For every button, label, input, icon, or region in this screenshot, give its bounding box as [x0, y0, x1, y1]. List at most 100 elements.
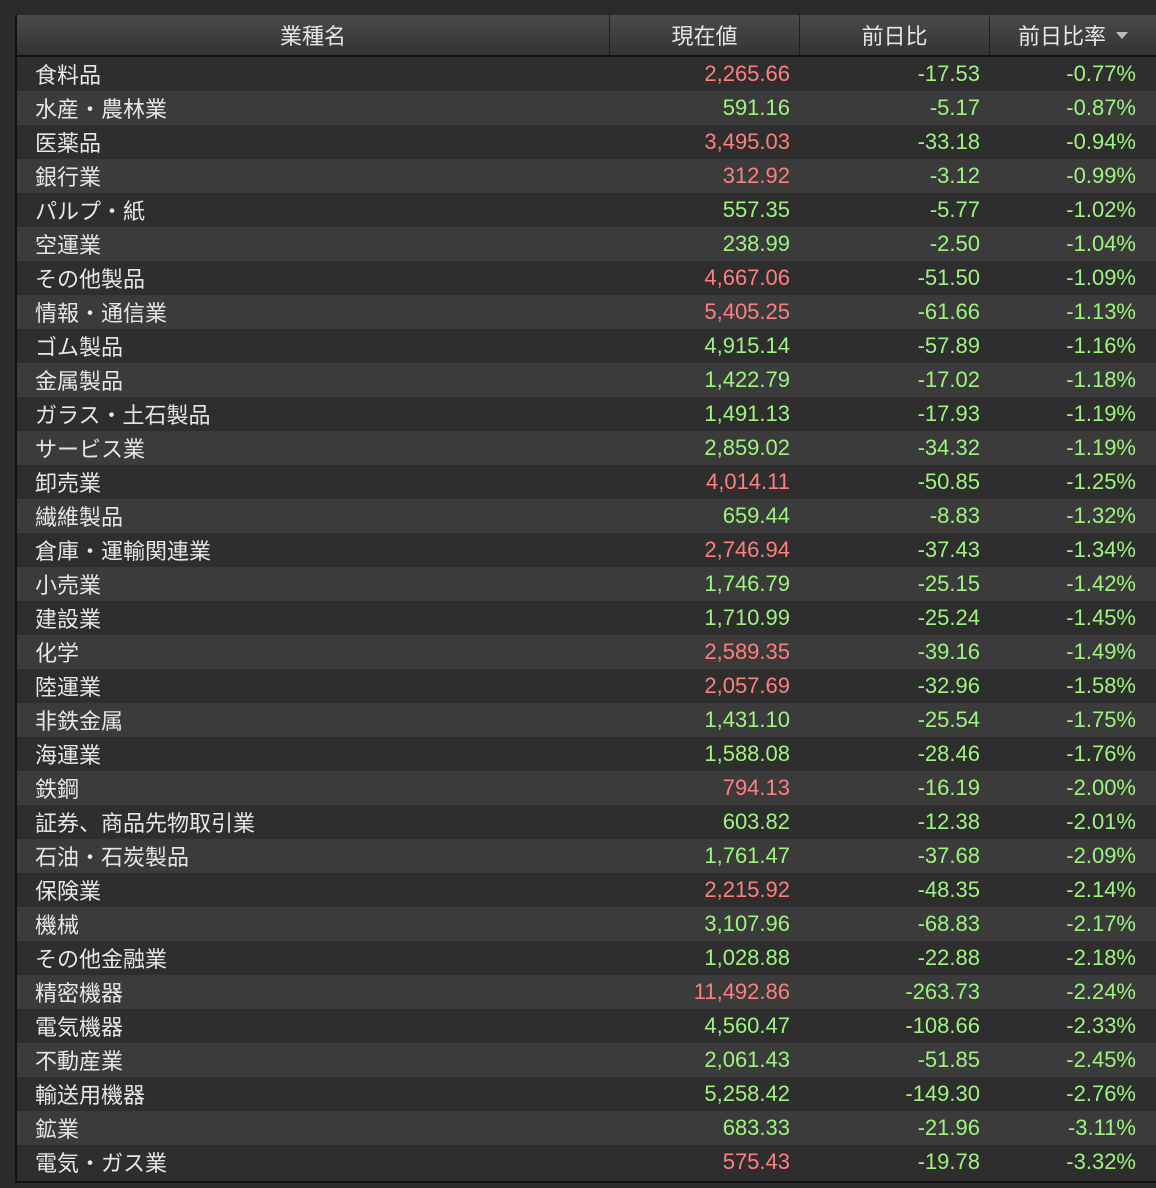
day-change-pct: -2.18% — [1066, 945, 1136, 970]
table-row[interactable]: ガラス・土石製品 1,491.13 -17.93 -1.19% — [17, 397, 1156, 431]
day-change-pct: -2.76% — [1066, 1081, 1136, 1106]
day-change: -37.43 — [917, 537, 980, 562]
day-change-pct: -2.45% — [1066, 1047, 1136, 1072]
current-price: 794.13 — [722, 775, 790, 800]
table-row[interactable]: 繊維製品 659.44 -8.83 -1.32% — [17, 499, 1156, 533]
column-header-change-pct-label: 前日比率 — [1017, 25, 1106, 50]
current-price: 5,405.25 — [704, 299, 790, 324]
current-price: 2,215.92 — [704, 877, 790, 902]
sector-name: 銀行業 — [35, 166, 102, 191]
table-row[interactable]: 輸送用機器 5,258.42 -149.30 -2.76% — [17, 1077, 1156, 1111]
table-row[interactable]: ゴム製品 4,915.14 -57.89 -1.16% — [17, 329, 1156, 363]
day-change: -22.88 — [917, 945, 980, 970]
day-change: -108.66 — [905, 1013, 980, 1038]
day-change: -51.85 — [917, 1047, 980, 1072]
column-header-price[interactable]: 現在値 — [610, 15, 800, 55]
day-change-pct: -0.77% — [1066, 61, 1136, 86]
table-row[interactable]: 保険業 2,215.92 -48.35 -2.14% — [17, 873, 1156, 907]
table-row[interactable]: 医薬品 3,495.03 -33.18 -0.94% — [17, 125, 1156, 159]
day-change-pct: -1.13% — [1066, 299, 1136, 324]
sector-name: 繊維製品 — [35, 506, 124, 531]
table-row[interactable]: 不動産業 2,061.43 -51.85 -2.45% — [17, 1043, 1156, 1077]
current-price: 1,491.13 — [704, 401, 790, 426]
table-row[interactable]: 水産・農林業 591.16 -5.17 -0.87% — [17, 91, 1156, 125]
table-row[interactable]: 非鉄金属 1,431.10 -25.54 -1.75% — [17, 703, 1156, 737]
table-row[interactable]: 機械 3,107.96 -68.83 -2.17% — [17, 907, 1156, 941]
table-row[interactable]: 鉄鋼 794.13 -16.19 -2.00% — [17, 771, 1156, 805]
table-row[interactable]: 卸売業 4,014.11 -50.85 -1.25% — [17, 465, 1156, 499]
table-row[interactable]: その他製品 4,667.06 -51.50 -1.09% — [17, 261, 1156, 295]
table-row[interactable]: 電気機器 4,560.47 -108.66 -2.33% — [17, 1009, 1156, 1043]
sector-name: サービス業 — [35, 438, 146, 463]
day-change-pct: -1.19% — [1066, 401, 1136, 426]
current-price: 11,492.86 — [693, 979, 790, 1004]
sector-name: 証券、商品先物取引業 — [35, 812, 256, 837]
day-change-pct: -1.45% — [1066, 605, 1136, 630]
day-change: -33.18 — [917, 129, 980, 154]
table-row[interactable]: 情報・通信業 5,405.25 -61.66 -1.13% — [17, 295, 1156, 329]
table-row[interactable]: 倉庫・運輸関連業 2,746.94 -37.43 -1.34% — [17, 533, 1156, 567]
current-price: 2,057.69 — [704, 673, 790, 698]
day-change: -37.68 — [917, 843, 980, 868]
column-header-change[interactable]: 前日比 — [800, 15, 990, 55]
table-row[interactable]: 鉱業 683.33 -21.96 -3.11% — [17, 1111, 1156, 1145]
table-row[interactable]: 陸運業 2,057.69 -32.96 -1.58% — [17, 669, 1156, 703]
table-body: 食料品 2,265.66 -17.53 -0.77% 水産・農林業 591.16 -5.17… — [17, 57, 1156, 1179]
day-change: -50.85 — [917, 469, 980, 494]
table-row[interactable]: 食料品 2,265.66 -17.53 -0.77% — [17, 57, 1156, 91]
day-change-pct: -1.18% — [1066, 367, 1136, 392]
day-change-pct: -0.94% — [1066, 129, 1136, 154]
table-row[interactable]: 海運業 1,588.08 -28.46 -1.76% — [17, 737, 1156, 771]
current-price: 312.92 — [722, 163, 790, 188]
current-price: 4,915.14 — [704, 333, 790, 358]
table-row[interactable]: その他金融業 1,028.88 -22.88 -2.18% — [17, 941, 1156, 975]
current-price: 2,061.43 — [704, 1047, 790, 1072]
day-change: -28.46 — [917, 741, 980, 766]
sector-name: 食料品 — [35, 64, 102, 89]
day-change-pct: -2.01% — [1066, 809, 1136, 834]
table-row[interactable]: 精密機器 11,492.86 -263.73 -2.24% — [17, 975, 1156, 1009]
day-change-pct: -3.11% — [1067, 1115, 1136, 1140]
table-row[interactable]: 小売業 1,746.79 -25.15 -1.42% — [17, 567, 1156, 601]
day-change: -32.96 — [917, 673, 980, 698]
current-price: 3,107.96 — [704, 911, 790, 936]
current-price: 2,859.02 — [704, 435, 790, 460]
table-row[interactable]: 空運業 238.99 -2.50 -1.04% — [17, 227, 1156, 261]
day-change: -21.96 — [917, 1115, 980, 1140]
current-price: 2,746.94 — [704, 537, 790, 562]
day-change: -68.83 — [917, 911, 980, 936]
table-row[interactable]: 電気・ガス業 575.43 -19.78 -3.32% — [17, 1145, 1156, 1179]
table-row[interactable]: 銀行業 312.92 -3.12 -0.99% — [17, 159, 1156, 193]
day-change: -34.32 — [917, 435, 980, 460]
current-price: 1,422.79 — [704, 367, 790, 392]
column-header-change-label: 前日比 — [861, 25, 928, 50]
day-change-pct: -2.24% — [1066, 979, 1136, 1004]
table-row[interactable]: 証券、商品先物取引業 603.82 -12.38 -2.01% — [17, 805, 1156, 839]
sector-name: 陸運業 — [35, 676, 102, 701]
day-change-pct: -1.04% — [1066, 231, 1136, 256]
table-row[interactable]: 化学 2,589.35 -39.16 -1.49% — [17, 635, 1156, 669]
sector-name: 情報・通信業 — [35, 302, 168, 327]
table-row[interactable]: 建設業 1,710.99 -25.24 -1.45% — [17, 601, 1156, 635]
day-change-pct: -1.16% — [1066, 333, 1136, 358]
current-price: 683.33 — [722, 1115, 790, 1140]
day-change: -149.30 — [905, 1081, 980, 1106]
day-change-pct: -1.75% — [1066, 707, 1136, 732]
column-header-name[interactable]: 業種名 — [17, 15, 610, 55]
current-price: 5,258.42 — [704, 1081, 790, 1106]
day-change: -17.02 — [917, 367, 980, 392]
day-change-pct: -1.09% — [1066, 265, 1136, 290]
current-price: 4,667.06 — [704, 265, 790, 290]
sector-name: 保険業 — [35, 880, 102, 905]
table-row[interactable]: サービス業 2,859.02 -34.32 -1.19% — [17, 431, 1156, 465]
sector-name: 倉庫・運輸関連業 — [35, 540, 212, 565]
sector-name: 輸送用機器 — [35, 1084, 146, 1109]
current-price: 1,588.08 — [704, 741, 790, 766]
table-row[interactable]: 石油・石炭製品 1,761.47 -37.68 -2.09% — [17, 839, 1156, 873]
sector-name: 石油・石炭製品 — [35, 846, 190, 871]
current-price: 238.99 — [722, 231, 790, 256]
table-row[interactable]: 金属製品 1,422.79 -17.02 -1.18% — [17, 363, 1156, 397]
column-header-change-pct[interactable]: 前日比率 — [990, 15, 1156, 55]
table-row[interactable]: パルプ・紙 557.35 -5.77 -1.02% — [17, 193, 1156, 227]
day-change-pct: -3.32% — [1066, 1149, 1136, 1174]
